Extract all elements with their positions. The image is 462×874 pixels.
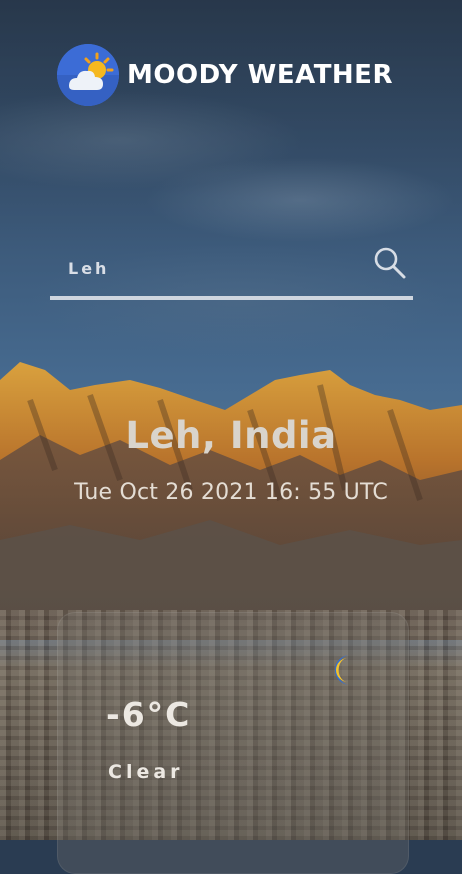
app-title: MOODY WEATHER — [127, 60, 393, 90]
search-button[interactable] — [373, 246, 407, 280]
temperature: -6°C — [106, 695, 192, 734]
date-time: Tue Oct 26 2021 16: 55 UTC — [74, 480, 388, 505]
search-icon — [374, 247, 406, 279]
weather-card: -6°C Clear — [57, 612, 409, 874]
location-name: Leh, India — [125, 414, 337, 457]
app-header: MOODY WEATHER — [57, 44, 393, 106]
moon-icon — [335, 655, 350, 685]
search-input[interactable] — [68, 256, 348, 280]
search-bar — [50, 242, 413, 300]
weather-condition: Clear — [108, 761, 184, 783]
weather-logo-icon — [57, 44, 119, 106]
